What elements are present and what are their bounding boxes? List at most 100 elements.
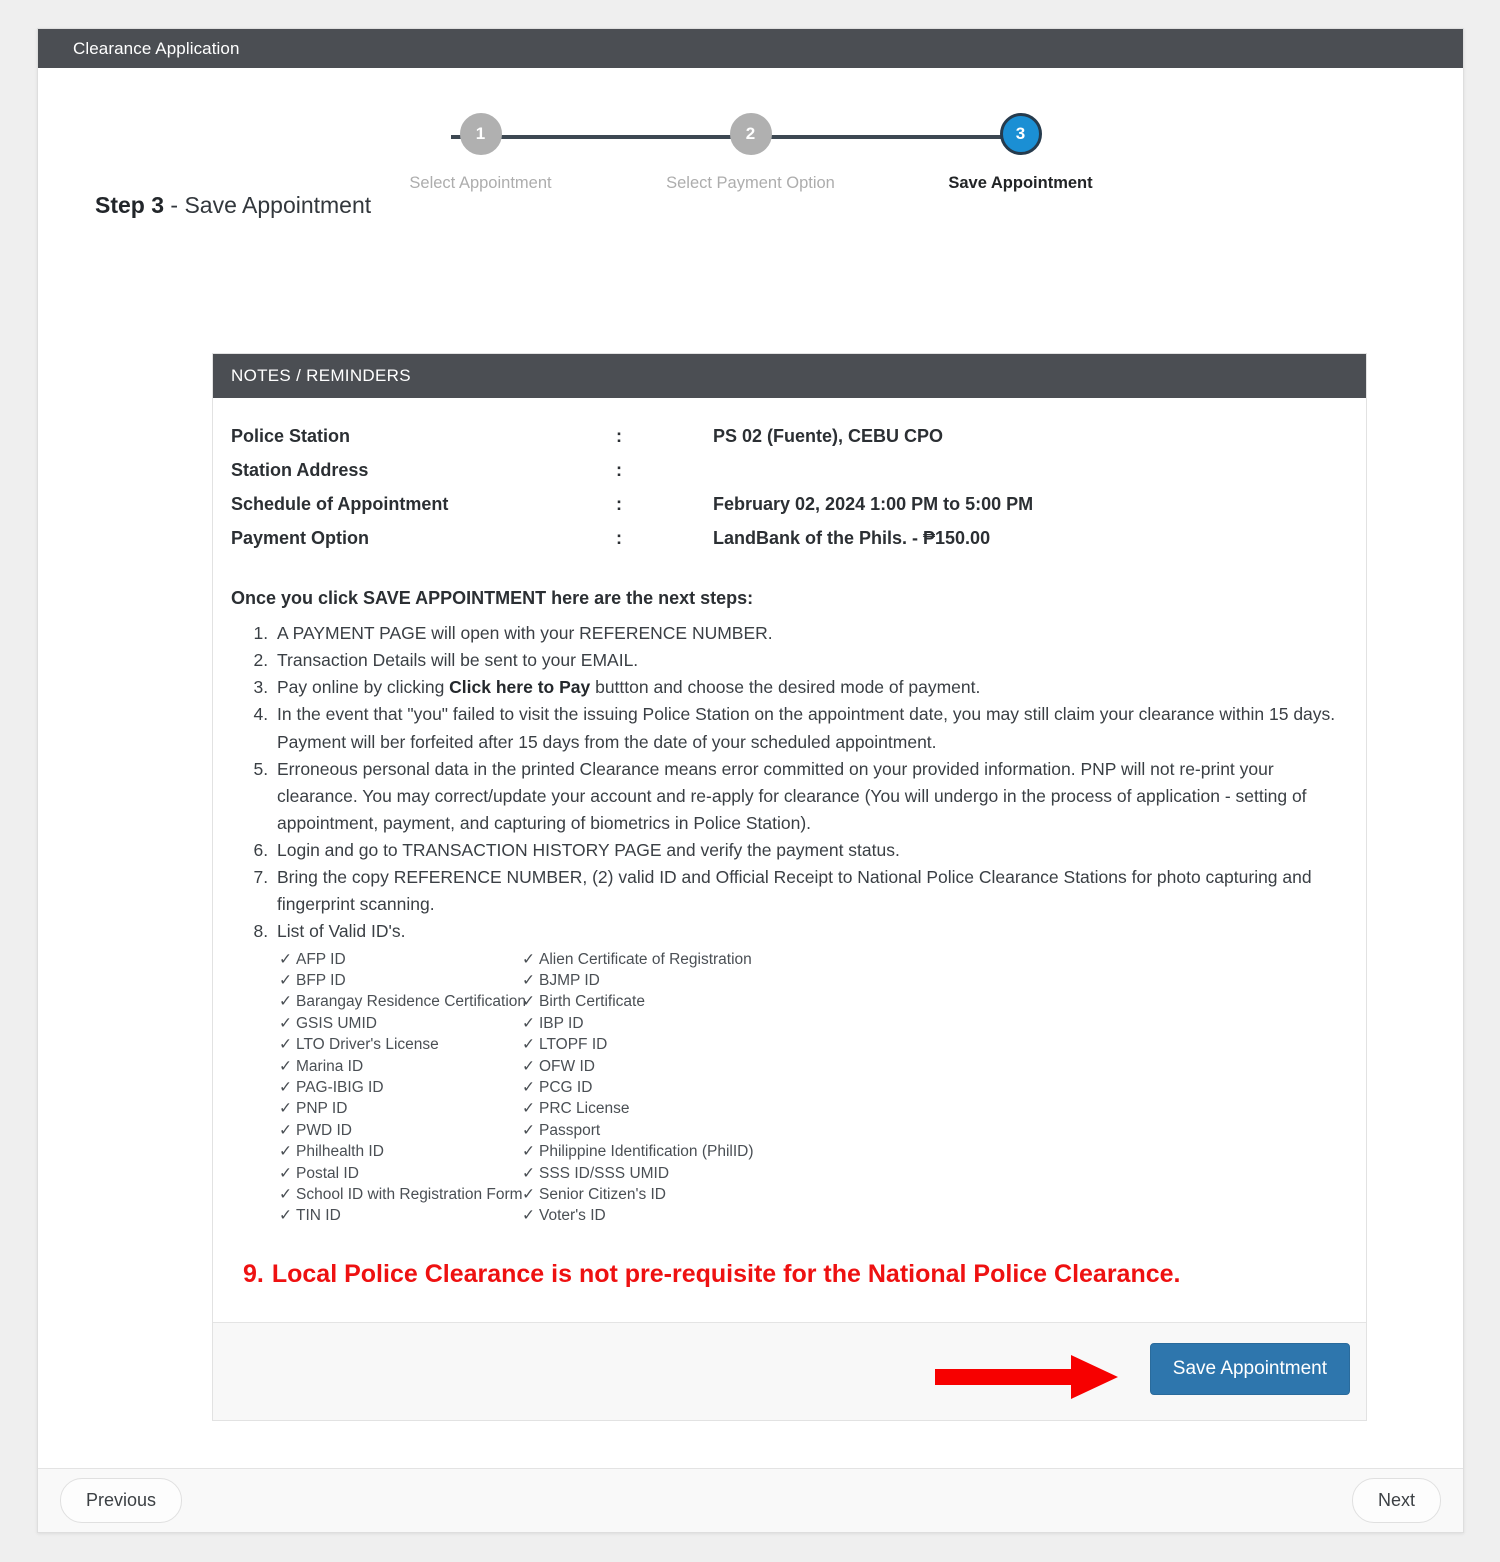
info-colon: : <box>616 494 622 514</box>
valid-id-item: ✓ LTOPF ID <box>522 1034 754 1055</box>
check-icon: ✓ <box>279 1121 292 1139</box>
window-title: Clearance Application <box>73 38 240 58</box>
window-footer: Previous Next <box>38 1468 1463 1532</box>
info-value: February 02, 2024 1:00 PM to 5:00 PM <box>713 494 1034 514</box>
valid-id-item: ✓ PAG-IBIG ID <box>279 1077 526 1098</box>
valid-ids-heading: List of Valid ID's. <box>277 921 406 942</box>
valid-id-label: Postal ID <box>296 1164 359 1182</box>
valid-id-label: LTO Driver's License <box>296 1036 439 1054</box>
valid-id-item: ✓ PWD ID <box>279 1120 526 1141</box>
valid-id-item: ✓ School ID with Registration Form <box>279 1184 526 1205</box>
valid-id-label: LTOPF ID <box>539 1036 608 1054</box>
valid-id-item: ✓ Senior Citizen's ID <box>522 1184 754 1205</box>
valid-id-item: ✓ BJMP ID <box>522 970 754 991</box>
valid-id-item: ✓ Philippine Identification (PhilID) <box>522 1141 754 1162</box>
valid-id-label: SSS ID/SSS UMID <box>539 1164 670 1182</box>
check-icon: ✓ <box>522 1100 535 1118</box>
valid-id-label: Philhealth ID <box>296 1143 384 1161</box>
valid-id-item: ✓ GSIS UMID <box>279 1013 526 1034</box>
valid-id-label: PRC License <box>539 1100 630 1118</box>
check-icon: ✓ <box>279 1185 292 1203</box>
progress-stepper: 1 Select Appointment 2 Select Payment Op… <box>381 68 1121 192</box>
info-label: Schedule of Appointment <box>231 494 449 514</box>
valid-id-item: ✓ OFW ID <box>522 1056 754 1077</box>
next-step-item: Transaction Details will be sent to your… <box>273 647 1348 674</box>
notes-card-header: NOTES / REMINDERS <box>213 354 1366 398</box>
notes-card-footer: Save Appointment <box>213 1321 1366 1420</box>
step-3-label: Save Appointment <box>948 174 1093 192</box>
check-icon: ✓ <box>522 971 535 989</box>
check-icon: ✓ <box>522 1185 535 1203</box>
valid-id-item: ✓ IBP ID <box>522 1013 754 1034</box>
valid-id-label: PWD ID <box>296 1121 352 1139</box>
check-icon: ✓ <box>522 1078 535 1096</box>
next-step-item: Bring the copy REFERENCE NUMBER, (2) val… <box>273 864 1348 918</box>
notes-card-body: Police Station : PS 02 (Fuente), CEBU CP… <box>213 398 1366 1322</box>
local-clearance-warning: 9. Local Police Clearance is not pre-requ… <box>243 1256 1333 1292</box>
notes-reminders-card: NOTES / REMINDERS Police Station : PS 02… <box>212 353 1367 1421</box>
check-icon: ✓ <box>522 993 535 1011</box>
info-value: PS 02 (Fuente), CEBU CPO <box>713 426 944 446</box>
step-1-select-appointment[interactable]: 1 Select Appointment <box>381 113 581 193</box>
valid-id-label: BFP ID <box>296 971 346 989</box>
check-icon: ✓ <box>522 1036 535 1054</box>
check-icon: ✓ <box>279 1078 292 1096</box>
valid-id-label: Voter's ID <box>539 1207 606 1225</box>
valid-id-item: ✓ PNP ID <box>279 1098 526 1119</box>
check-icon: ✓ <box>279 1100 292 1118</box>
save-appointment-button[interactable]: Save Appointment <box>1149 1342 1350 1395</box>
valid-id-label: IBP ID <box>539 1014 584 1032</box>
next-step-text-c: buttton and choose the desired mode of p… <box>590 677 981 698</box>
next-step-item: In the event that "you" failed to visit … <box>273 701 1348 755</box>
next-step-item: Erroneous personal data in the printed C… <box>273 756 1348 837</box>
step-2-circle: 2 <box>729 113 772 155</box>
info-row-payment-option: Payment Option : LandBank of the Phils. … <box>231 528 1348 549</box>
check-icon: ✓ <box>522 1143 535 1161</box>
check-icon: ✓ <box>522 1121 535 1139</box>
next-step-item-valid-ids: List of Valid ID's. ✓AFP ID✓BFP ID✓Baran… <box>273 918 1348 1225</box>
step-3-circle: 3 <box>999 113 1042 155</box>
next-button[interactable]: Next <box>1351 1478 1441 1523</box>
valid-id-item: ✓ AFP ID <box>279 949 526 970</box>
valid-id-label: PNP ID <box>296 1100 348 1118</box>
valid-id-item: ✓ PCG ID <box>522 1077 754 1098</box>
valid-id-item: ✓ Postal ID <box>279 1163 526 1184</box>
check-icon: ✓ <box>522 950 535 968</box>
step-2-select-payment-option[interactable]: 2 Select Payment Option <box>651 113 851 193</box>
valid-ids-left-column: ✓ AFP ID ✓ BFP ID ✓ Barangay Residence Certif… <box>279 949 526 1227</box>
valid-id-item: ✓ Barangay Residence Certification <box>279 991 526 1012</box>
valid-id-label: PAG-IBIG ID <box>296 1078 384 1096</box>
valid-ids-columns: ✓ AFP ID ✓ BFP ID ✓ Barangay Residence Certif… <box>277 949 1348 1226</box>
page-title-suffix: - Save Appointment <box>164 192 372 218</box>
check-icon: ✓ <box>522 1164 535 1182</box>
appointment-info-table: Police Station : PS 02 (Fuente), CEBU CP… <box>231 426 1348 549</box>
check-icon: ✓ <box>522 1207 535 1225</box>
previous-button[interactable]: Previous <box>60 1478 183 1523</box>
check-icon: ✓ <box>279 1036 292 1054</box>
valid-id-label: BJMP ID <box>539 971 600 989</box>
red-arrow-pointer <box>935 1354 1118 1399</box>
window-body: 1 Select Appointment 2 Select Payment Op… <box>38 68 1463 1468</box>
page-title: Step 3 - Save Appointment <box>95 192 1463 219</box>
step-3-save-appointment[interactable]: 3 Save Appointment <box>921 113 1121 193</box>
check-icon: ✓ <box>279 1014 292 1032</box>
check-icon: ✓ <box>522 1057 535 1075</box>
step-1-label: Select Appointment <box>409 174 552 192</box>
valid-id-label: Senior Citizen's ID <box>539 1185 667 1203</box>
click-here-to-pay-emphasis: Click here to Pay <box>449 677 591 698</box>
next-step-item: Pay online by clicking Click here to Pay… <box>273 674 1348 701</box>
check-icon: ✓ <box>522 1014 535 1032</box>
info-colon: : <box>616 528 622 548</box>
local-clearance-warning-text: Local Police Clearance is not pre-requis… <box>271 1259 1181 1288</box>
check-icon: ✓ <box>279 971 292 989</box>
next-step-item: A PAYMENT PAGE will open with your REFER… <box>273 620 1348 647</box>
step-2-label: Select Payment Option <box>666 174 835 192</box>
info-colon: : <box>616 460 622 480</box>
check-icon: ✓ <box>279 993 292 1011</box>
check-icon: ✓ <box>279 950 292 968</box>
valid-id-item: ✓ LTO Driver's License <box>279 1034 526 1055</box>
valid-id-item: ✓ Philhealth ID <box>279 1141 526 1162</box>
info-row-schedule-of-appointment: Schedule of Appointment : February 02, 2… <box>231 494 1348 515</box>
info-row-police-station: Police Station : PS 02 (Fuente), CEBU CP… <box>231 426 1348 447</box>
next-steps-title: Once you click SAVE APPOINTMENT here are… <box>231 588 754 608</box>
